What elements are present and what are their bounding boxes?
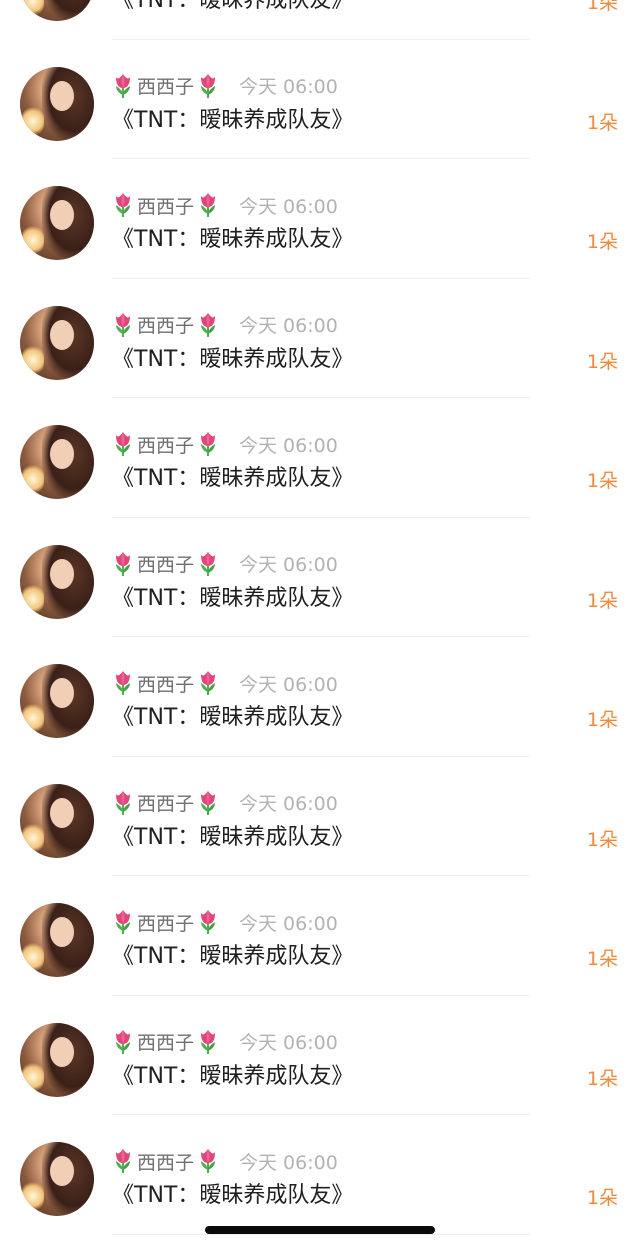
gift-count: 1朵 (586, 1187, 618, 1209)
timestamp: 今天 06:00 (239, 195, 338, 218)
avatar[interactable] (20, 664, 94, 738)
user-name[interactable]: 西西子 (137, 1148, 194, 1175)
tulip-icon (197, 670, 219, 696)
list-item[interactable]: 西西子 今天 06:00 《TNT：暧昧养成队友》 1朵 (0, 0, 640, 40)
gift-count: 1朵 (586, 828, 618, 851)
user-name[interactable]: 西西子 (137, 550, 194, 577)
gift-count: 1朵 (586, 231, 618, 253)
list-item[interactable]: 西西子 今天 06:00 《TNT：暧昧养成队友》 1朵 (0, 637, 640, 757)
user-name[interactable]: 西西子 (137, 72, 194, 99)
avatar[interactable] (20, 425, 94, 499)
tulip-icon (197, 431, 219, 457)
name-line: 西西子 今天 06:00 (112, 311, 338, 339)
list-item[interactable]: 西西子 今天 06:00 《TNT：暧昧养成队友》 1朵 (0, 996, 640, 1115)
avatar[interactable] (20, 186, 94, 260)
gift-count: 1朵 (586, 1067, 618, 1090)
name-line: 西西子 今天 06:00 (112, 669, 338, 697)
book-title[interactable]: 《TNT：暧昧养成队友》 (112, 819, 353, 851)
user-name[interactable]: 西西子 (137, 909, 194, 936)
avatar[interactable] (20, 544, 94, 619)
name-line: 西西子 今天 06:00 (112, 72, 338, 100)
tulip-icon (112, 73, 134, 99)
timestamp: 今天 06:00 (239, 912, 338, 935)
avatar[interactable] (20, 783, 94, 858)
name-line: 西西子 今天 06:00 (112, 789, 338, 817)
book-title[interactable]: 《TNT：暧昧养成队友》 (112, 102, 353, 134)
user-name[interactable]: 西西子 (137, 670, 194, 697)
avatar[interactable] (20, 1022, 94, 1097)
avatar[interactable] (20, 0, 94, 21)
list-item[interactable]: 西西子 今天 06:00 《TNT：暧昧养成队友》 1朵 (0, 518, 640, 637)
gift-count: 1朵 (586, 470, 618, 492)
user-name[interactable]: 西西子 (137, 431, 194, 458)
timestamp: 今天 06:00 (239, 1151, 338, 1174)
gift-count: 1朵 (586, 111, 618, 134)
timestamp: 今天 06:00 (239, 554, 338, 576)
list-item[interactable]: 西西子 今天 06:00 《TNT：暧昧养成队友》 1朵 (0, 279, 640, 398)
name-line: 西西子 今天 06:00 (112, 908, 338, 936)
tulip-icon (112, 909, 134, 935)
book-title[interactable]: 《TNT：暧昧养成队友》 (112, 0, 353, 14)
user-name[interactable]: 西西子 (137, 1028, 194, 1055)
user-name[interactable]: 西西子 (137, 311, 194, 338)
avatar[interactable] (20, 66, 94, 141)
tulip-icon (112, 1148, 134, 1174)
timestamp: 今天 06:00 (239, 673, 338, 696)
timestamp: 今天 06:00 (239, 1032, 338, 1054)
tulip-icon (112, 1029, 134, 1055)
tulip-icon (197, 1029, 219, 1055)
book-title[interactable]: 《TNT：暧昧养成队友》 (112, 1177, 353, 1209)
user-name[interactable]: 西西子 (137, 192, 194, 219)
tulip-icon (197, 551, 219, 577)
tulip-icon (112, 431, 134, 457)
book-title[interactable]: 《TNT：暧昧养成队友》 (112, 1058, 353, 1090)
tulip-icon (197, 909, 219, 935)
gift-count: 1朵 (586, 948, 618, 970)
tulip-icon (112, 790, 134, 816)
book-title[interactable]: 《TNT：暧昧养成队友》 (112, 221, 353, 253)
home-indicator (205, 1226, 435, 1234)
timestamp: 今天 06:00 (239, 434, 338, 457)
book-title[interactable]: 《TNT：暧昧养成队友》 (112, 938, 353, 970)
timestamp: 今天 06:00 (239, 76, 338, 98)
name-line: 西西子 今天 06:00 (112, 191, 338, 219)
tulip-icon (112, 312, 134, 338)
timestamp: 今天 06:00 (239, 315, 338, 337)
book-title[interactable]: 《TNT：暧昧养成队友》 (112, 460, 353, 492)
list-item[interactable]: 西西子 今天 06:00 《TNT：暧昧养成队友》 1朵 (0, 1115, 640, 1235)
list-item[interactable]: 西西子 今天 06:00 《TNT：暧昧养成队友》 1朵 (0, 159, 640, 279)
book-title[interactable]: 《TNT：暧昧养成队友》 (112, 341, 353, 373)
list-item[interactable]: 西西子 今天 06:00 《TNT：暧昧养成队友》 1朵 (0, 757, 640, 876)
name-line: 西西子 今天 06:00 (112, 430, 338, 458)
tulip-icon (197, 1148, 219, 1174)
gift-count: 1朵 (586, 350, 618, 373)
avatar[interactable] (20, 1142, 94, 1216)
name-line: 西西子 今天 06:00 (112, 1028, 338, 1056)
gift-count: 1朵 (586, 589, 618, 612)
book-title[interactable]: 《TNT：暧昧养成队友》 (112, 699, 353, 731)
timestamp: 今天 06:00 (239, 793, 338, 815)
tulip-icon (197, 312, 219, 338)
tulip-icon (197, 73, 219, 99)
avatar[interactable] (20, 903, 94, 977)
user-name[interactable]: 西西子 (137, 789, 194, 816)
gift-count: 1朵 (586, 709, 618, 731)
tulip-icon (112, 670, 134, 696)
name-line: 西西子 今天 06:00 (112, 1147, 338, 1175)
tulip-icon (197, 192, 219, 218)
gift-count: 1朵 (586, 0, 618, 14)
tulip-icon (197, 790, 219, 816)
list-item[interactable]: 西西子 今天 06:00 《TNT：暧昧养成队友》 1朵 (0, 876, 640, 996)
tulip-icon (112, 551, 134, 577)
list-item[interactable]: 西西子 今天 06:00 《TNT：暧昧养成队友》 1朵 (0, 398, 640, 518)
avatar[interactable] (20, 305, 94, 380)
book-title[interactable]: 《TNT：暧昧养成队友》 (112, 580, 353, 612)
list-item[interactable]: 西西子 今天 06:00 《TNT：暧昧养成队友》 1朵 (0, 40, 640, 159)
tulip-icon (112, 192, 134, 218)
name-line: 西西子 今天 06:00 (112, 550, 338, 578)
